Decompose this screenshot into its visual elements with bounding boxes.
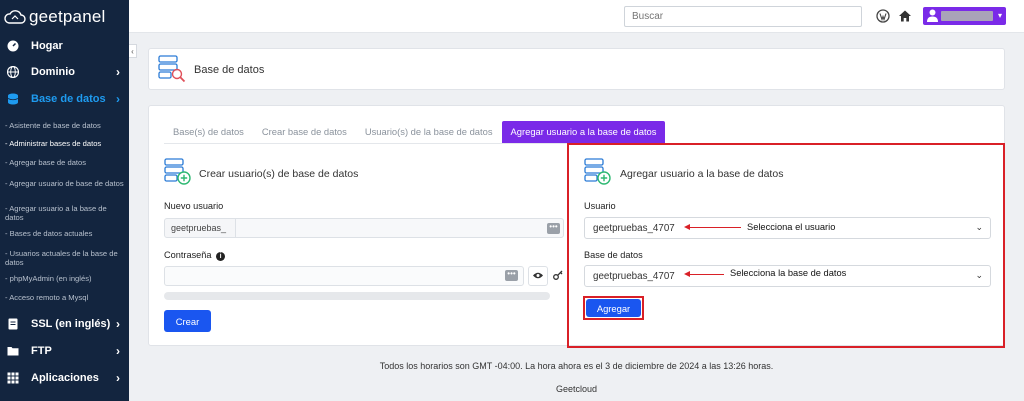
- tab-usuarios-base[interactable]: Usuario(s) de la base de datos: [356, 121, 502, 143]
- database-icon: [7, 93, 19, 105]
- page-header-card: Base de datos: [148, 48, 1005, 90]
- sidebar-item-aplicaciones[interactable]: Aplicaciones ›: [0, 365, 129, 391]
- sidebar-collapse-toggle[interactable]: ‹: [129, 44, 137, 58]
- sidebar-item-label: Hogar: [31, 40, 63, 52]
- page-title: Base de datos: [194, 64, 265, 76]
- sidebar: geetpanel Hogar Dominio › Base de datos …: [0, 0, 129, 401]
- password-input[interactable]: [164, 266, 524, 286]
- gauge-icon: [7, 40, 19, 52]
- annotation-select-db: Selecciona la base de datos: [730, 268, 847, 278]
- tab-crear-base[interactable]: Crear base de datos: [253, 121, 356, 143]
- tab-agregar-usuario-a-base[interactable]: Agregar usuario a la base de datos: [501, 121, 666, 143]
- submenu-item-asistente[interactable]: - Asistente de base de datos: [5, 121, 125, 130]
- brand-logo[interactable]: geetpanel: [0, 0, 129, 34]
- sidebar-item-label: Dominio: [31, 66, 75, 78]
- info-icon[interactable]: i: [216, 252, 226, 261]
- cloud-logo-icon: [4, 10, 26, 24]
- ssl-icon: [8, 318, 18, 330]
- new-user-label: Nuevo usuario: [164, 201, 224, 211]
- tab-divider: [164, 143, 568, 144]
- database-search-icon: [158, 55, 186, 83]
- sidebar-item-base-de-datos[interactable]: Base de datos ›: [0, 86, 129, 112]
- search-input[interactable]: [624, 6, 862, 27]
- create-user-title: Crear usuario(s) de base de datos: [199, 168, 359, 180]
- chevron-right-icon: ›: [116, 317, 120, 331]
- submenu-item-usuarios-actuales[interactable]: - Usuarios actuales de la base de datos: [5, 249, 125, 267]
- submenu-item-agregar-usuario[interactable]: - Agregar usuario de base de datos: [5, 179, 125, 188]
- add-button-highlight: Agregar: [583, 296, 644, 320]
- submenu-item-acceso-remoto[interactable]: - Acceso remoto a Mysql: [5, 293, 125, 302]
- submenu-item-agregar-usuario-a-base[interactable]: - Agregar usuario a la base de datos: [5, 204, 125, 222]
- home-icon[interactable]: [898, 9, 912, 23]
- sidebar-item-label: FTP: [31, 345, 52, 357]
- user-menu-button[interactable]: ▾: [923, 7, 1006, 25]
- annotation-select-user: Selecciona el usuario: [747, 222, 836, 232]
- grid-icon: [7, 372, 19, 384]
- new-user-input[interactable]: [235, 218, 564, 238]
- wordpress-icon[interactable]: [876, 9, 890, 23]
- caret-down-icon: ▾: [997, 11, 1002, 20]
- sidebar-item-dominio[interactable]: Dominio ›: [0, 59, 129, 85]
- sidebar-item-ftp[interactable]: FTP ›: [0, 338, 129, 364]
- sidebar-item-label: Aplicaciones: [31, 372, 99, 384]
- sidebar-item-label: Base de datos: [31, 93, 106, 105]
- annotation-arrow-user: [684, 224, 741, 230]
- new-user-prefix: geetpruebas_: [164, 218, 236, 238]
- submenu-item-agregar-base[interactable]: - Agregar base de datos: [5, 158, 125, 167]
- password-manager-icon[interactable]: •••: [505, 270, 518, 281]
- chevron-right-icon: ›: [116, 92, 120, 106]
- chevron-right-icon: ›: [116, 344, 120, 358]
- submenu-item-administrar[interactable]: - Administrar bases de datos: [5, 139, 125, 148]
- tab-bases-de-datos[interactable]: Base(s) de datos: [164, 121, 253, 143]
- globe-icon: [7, 66, 19, 78]
- folder-icon: [7, 347, 19, 356]
- user-icon: [927, 9, 938, 22]
- password-label: Contraseña i: [164, 250, 226, 261]
- tab-bar: Base(s) de datos Crear base de datos Usu…: [164, 121, 666, 143]
- password-strength-bar: [164, 292, 550, 300]
- chevron-right-icon: ›: [116, 65, 120, 79]
- sidebar-item-hogar[interactable]: Hogar: [0, 33, 129, 59]
- create-button[interactable]: Crear: [164, 310, 211, 332]
- password-manager-icon[interactable]: •••: [547, 223, 560, 234]
- password-label-text: Contraseña: [164, 250, 212, 260]
- topbar: ▾: [129, 0, 1024, 33]
- submenu-item-phpmyadmin[interactable]: - phpMyAdmin (en inglés): [5, 274, 125, 283]
- key-icon[interactable]: [553, 270, 563, 280]
- annotation-arrow-db: [684, 271, 724, 277]
- database-add-icon: [164, 158, 191, 185]
- timezone-notice: Todos los horarios son GMT -04:00. La ho…: [379, 361, 774, 371]
- user-name-redacted: [941, 11, 993, 21]
- eye-glyph-icon: [533, 272, 543, 279]
- chevron-right-icon: ›: [116, 371, 120, 385]
- submenu-item-bases-actuales[interactable]: - Bases de datos actuales: [5, 229, 125, 238]
- brand-name: geetpanel: [29, 7, 106, 26]
- footer-company: Geetcloud: [555, 384, 598, 394]
- eye-icon[interactable]: [528, 266, 548, 286]
- sidebar-item-ssl[interactable]: SSL (en inglés) ›: [0, 311, 129, 337]
- add-button[interactable]: Agregar: [586, 299, 641, 317]
- chevron-left-icon: ‹: [131, 46, 134, 56]
- sidebar-item-label: SSL (en inglés): [31, 318, 111, 330]
